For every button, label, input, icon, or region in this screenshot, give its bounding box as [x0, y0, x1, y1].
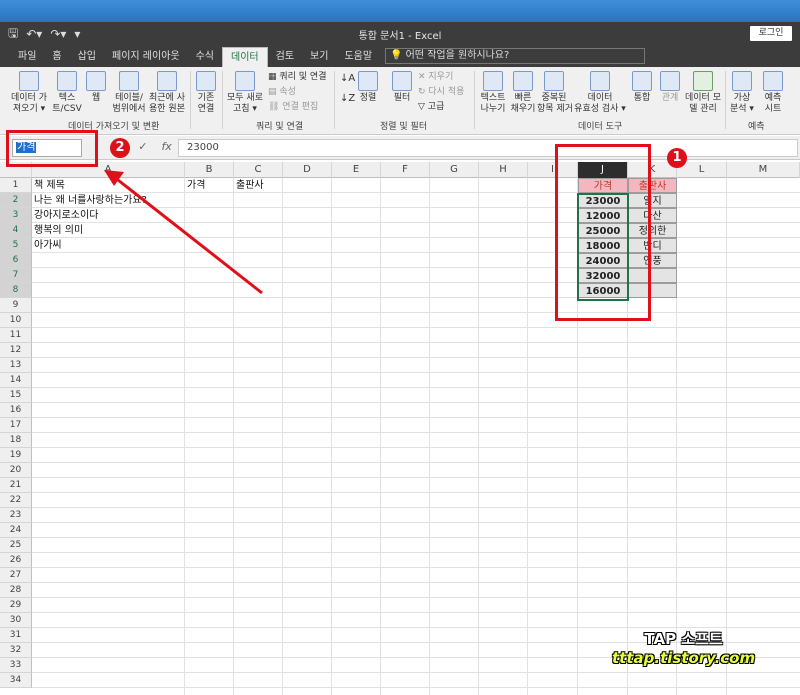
watermark: TAP 소프트 tttap.tistory.com — [612, 628, 755, 667]
arrow-shaft — [117, 178, 263, 295]
annotation-arrow — [104, 170, 263, 295]
watermark-url: tttap.tistory.com — [612, 649, 756, 667]
watermark-title: TAP 소프트 — [644, 630, 723, 648]
